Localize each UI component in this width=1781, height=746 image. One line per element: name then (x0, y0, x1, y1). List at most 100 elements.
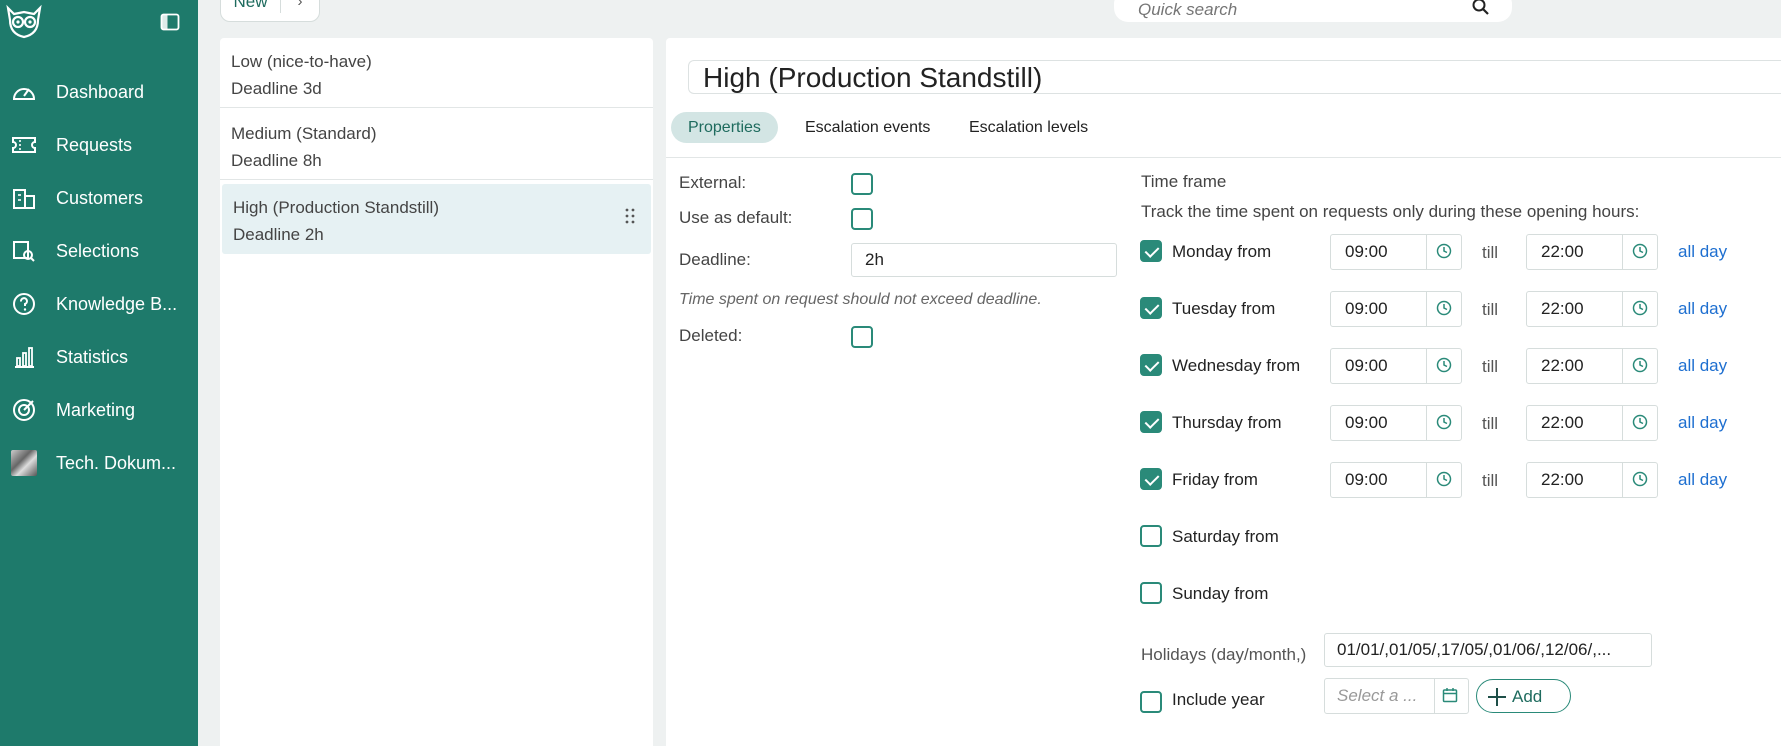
holidays-label: Holidays (day/month,) (1141, 645, 1307, 664)
day-row: Monday from 09:00 till 22:00 all day (1140, 234, 1760, 270)
sidebar-item-label: Tech. Dokum... (56, 452, 177, 473)
search-icon[interactable] (1472, 0, 1490, 16)
day-checkbox[interactable] (1140, 582, 1162, 604)
clock-icon[interactable] (1436, 243, 1452, 259)
clock-icon[interactable] (1632, 300, 1648, 316)
day-checkbox[interactable] (1140, 468, 1162, 490)
search-input[interactable] (1138, 0, 1458, 20)
from-time-input[interactable]: 09:00 (1331, 292, 1427, 326)
deadline-input[interactable]: 2h (851, 243, 1117, 277)
external-checkbox[interactable] (851, 173, 873, 195)
drag-handle-icon[interactable] (625, 208, 635, 224)
day-checkbox[interactable] (1140, 354, 1162, 376)
default-label: Use as default: (679, 208, 793, 227)
deadline-label: Deadline: (679, 250, 751, 269)
date-input[interactable]: Select a ... (1325, 679, 1435, 713)
day-label: Monday from (1172, 242, 1272, 261)
clock-icon[interactable] (1632, 471, 1648, 487)
clock-icon[interactable] (1436, 357, 1452, 373)
clock-icon[interactable] (1436, 300, 1452, 316)
day-row: Friday from 09:00 till 22:00 all day (1140, 462, 1760, 498)
sidebar-collapse-icon[interactable] (160, 13, 180, 31)
to-time-input[interactable]: 22:00 (1527, 235, 1623, 269)
list-item-deadline: Deadline 8h (231, 151, 322, 170)
clock-icon[interactable] (1632, 414, 1648, 430)
chevron-right-icon[interactable]: › (281, 0, 319, 13)
list-item-selected[interactable]: High (Production Standstill) Deadline 2h (222, 184, 651, 254)
clock-icon[interactable] (1632, 357, 1648, 373)
to-time-picker[interactable]: 22:00 (1526, 291, 1658, 327)
ticket-icon (10, 131, 38, 159)
holidays-input[interactable]: 01/01/,01/05/,17/05/,01/06/,12/06/,... (1324, 633, 1652, 667)
day-checkbox[interactable] (1140, 297, 1162, 319)
to-time-picker[interactable]: 22:00 (1526, 462, 1658, 498)
all-day-link[interactable]: all day (1678, 413, 1727, 433)
from-time-input[interactable]: 09:00 (1331, 235, 1427, 269)
tab-escalation-levels[interactable]: Escalation levels (952, 112, 1105, 143)
sidebar-item-knowledge-base[interactable]: Knowledge B... (0, 284, 198, 324)
to-time-picker[interactable]: 22:00 (1526, 234, 1658, 270)
from-time-picker[interactable]: 09:00 (1330, 291, 1462, 327)
all-day-link[interactable]: all day (1678, 299, 1727, 319)
sidebar-item-dashboard[interactable]: Dashboard (0, 72, 198, 112)
sidebar-item-tech-dokumentation[interactable]: Tech. Dokum... (0, 443, 198, 483)
include-year-checkbox[interactable] (1140, 691, 1162, 713)
from-time-picker[interactable]: 09:00 (1330, 405, 1462, 441)
day-checkbox[interactable] (1140, 525, 1162, 547)
day-label: Friday from (1172, 470, 1258, 489)
sidebar-item-requests[interactable]: Requests (0, 125, 198, 165)
from-time-picker[interactable]: 09:00 (1330, 462, 1462, 498)
page-title[interactable]: High (Production Standstill) (688, 60, 1781, 94)
priority-list: Low (nice-to-have) Deadline 3d Medium (S… (220, 38, 653, 746)
from-time-picker[interactable]: 09:00 (1330, 234, 1462, 270)
list-item[interactable]: Medium (Standard) Deadline 8h (220, 110, 653, 180)
use-as-default-checkbox[interactable] (851, 208, 873, 230)
sidebar-item-label: Customers (56, 187, 144, 208)
day-label: Wednesday from (1172, 356, 1301, 375)
tab-properties[interactable]: Properties (671, 112, 778, 143)
to-time-input[interactable]: 22:00 (1527, 463, 1623, 497)
from-time-picker[interactable]: 09:00 (1330, 348, 1462, 384)
to-time-picker[interactable]: 22:00 (1526, 348, 1658, 384)
tab-divider (666, 157, 1781, 158)
from-time-input[interactable]: 09:00 (1331, 349, 1427, 383)
add-holiday-button[interactable]: Add (1476, 679, 1571, 713)
new-button[interactable]: New (221, 0, 281, 13)
detail-pane: High (Production Standstill) Properties … (666, 38, 1781, 746)
calendar-icon[interactable] (1442, 687, 1458, 703)
clock-icon[interactable] (1632, 243, 1648, 259)
deleted-checkbox[interactable] (851, 326, 873, 348)
sidebar-item-label: Knowledge B... (56, 293, 178, 314)
sidebar-item-marketing[interactable]: Marketing (0, 390, 198, 430)
list-item-name: Low (nice-to-have) (231, 52, 372, 71)
day-checkbox[interactable] (1140, 240, 1162, 262)
thumbnail-image (10, 449, 38, 477)
all-day-link[interactable]: all day (1678, 242, 1727, 262)
timeframe-subtitle: Track the time spent on requests only du… (1141, 202, 1640, 221)
dashboard-icon (10, 78, 38, 106)
to-time-input[interactable]: 22:00 (1527, 292, 1623, 326)
building-icon (10, 184, 38, 212)
list-item[interactable]: Low (nice-to-have) Deadline 3d (220, 38, 653, 108)
sidebar-item-label: Dashboard (56, 81, 145, 102)
clock-icon[interactable] (1436, 414, 1452, 430)
from-time-input[interactable]: 09:00 (1331, 406, 1427, 440)
sidebar: Dashboard Requests Customers Selections … (0, 0, 198, 746)
day-checkbox[interactable] (1140, 411, 1162, 433)
all-day-link[interactable]: all day (1678, 356, 1727, 376)
list-item-deadline: Deadline 2h (233, 225, 324, 244)
clock-icon[interactable] (1436, 471, 1452, 487)
sidebar-item-label: Statistics (56, 346, 129, 367)
holiday-date-picker[interactable]: Select a ... (1324, 678, 1469, 714)
to-time-picker[interactable]: 22:00 (1526, 405, 1658, 441)
to-time-input[interactable]: 22:00 (1527, 406, 1623, 440)
tab-escalation-events[interactable]: Escalation events (788, 112, 947, 143)
from-time-input[interactable]: 09:00 (1331, 463, 1427, 497)
sidebar-item-customers[interactable]: Customers (0, 178, 198, 218)
sidebar-item-selections[interactable]: Selections (0, 231, 198, 271)
all-day-link[interactable]: all day (1678, 470, 1727, 490)
day-label: Tuesday from (1172, 299, 1276, 318)
sidebar-item-statistics[interactable]: Statistics (0, 337, 198, 377)
owl-logo-icon[interactable] (2, 4, 46, 40)
to-time-input[interactable]: 22:00 (1527, 349, 1623, 383)
